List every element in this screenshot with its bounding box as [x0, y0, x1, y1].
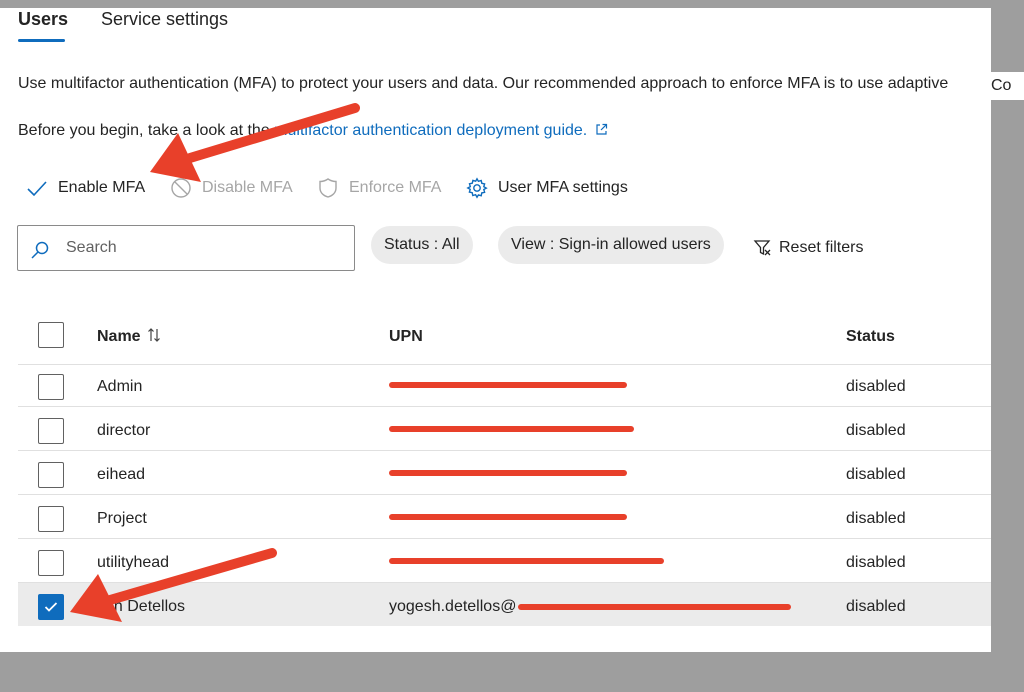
before-label: Before you begin, take a look at the: [18, 122, 275, 139]
checkmark-icon: [44, 602, 58, 612]
sort-icon[interactable]: [147, 327, 161, 351]
enable-mfa-button[interactable]: Enable MFA: [26, 176, 145, 200]
redaction-mark: [389, 470, 627, 476]
shield-icon: [319, 178, 337, 198]
tab-service-settings[interactable]: Service settings: [101, 8, 228, 30]
search-box[interactable]: [17, 225, 355, 271]
user-status: disabled: [846, 598, 906, 615]
redaction-mark: [389, 558, 664, 564]
enable-mfa-label: Enable MFA: [58, 179, 146, 196]
select-all-checkbox[interactable]: [38, 322, 64, 348]
redaction-mark: [518, 604, 791, 610]
tab-users[interactable]: Users: [18, 8, 68, 30]
row-checkbox-checked[interactable]: [38, 594, 64, 620]
user-name[interactable]: Project: [97, 507, 147, 531]
enforce-mfa-button[interactable]: Enforce MFA: [317, 176, 441, 200]
status-filter[interactable]: Status : All: [371, 226, 473, 264]
checkmark-icon: [27, 181, 47, 197]
user-mfa-settings-button[interactable]: User MFA settings: [466, 176, 628, 200]
disable-mfa-button[interactable]: Disable MFA: [170, 176, 293, 200]
view-filter[interactable]: View : Sign-in allowed users: [498, 226, 724, 264]
redaction-mark: [389, 426, 634, 432]
active-tab-indicator: [18, 39, 65, 42]
block-icon: [171, 178, 191, 198]
row-divider: [18, 538, 991, 539]
user-name[interactable]: esh Detellos: [97, 595, 185, 619]
user-status: disabled: [846, 422, 906, 439]
redaction-mark: [389, 382, 627, 388]
user-upn: yogesh.detellos@: [389, 598, 517, 615]
row-checkbox[interactable]: [38, 418, 64, 444]
user-name[interactable]: eihead: [97, 463, 145, 487]
external-link-icon[interactable]: [595, 120, 608, 144]
search-icon: [31, 241, 49, 259]
gear-icon: [466, 177, 488, 199]
deployment-guide-link[interactable]: multifactor authentication deployment gu…: [274, 122, 587, 139]
search-input[interactable]: [66, 236, 336, 260]
row-divider: [18, 406, 991, 407]
column-header-status[interactable]: Status: [846, 325, 895, 349]
user-status: disabled: [846, 466, 906, 483]
header-divider: [18, 364, 991, 365]
column-header-upn[interactable]: UPN: [389, 325, 423, 349]
user-name[interactable]: director: [97, 419, 150, 443]
row-checkbox[interactable]: [38, 506, 64, 532]
reset-filters-label: Reset filters: [779, 239, 864, 256]
user-status: disabled: [846, 510, 906, 527]
disable-mfa-label: Disable MFA: [202, 179, 293, 196]
redaction-mark: [389, 514, 627, 520]
row-checkbox[interactable]: [38, 550, 64, 576]
column-name-label: Name: [97, 328, 141, 345]
row-checkbox[interactable]: [38, 374, 64, 400]
user-mfa-settings-label: User MFA settings: [498, 179, 628, 196]
reset-filters-button[interactable]: Reset filters: [753, 237, 863, 259]
row-divider: [18, 582, 991, 583]
enforce-mfa-label: Enforce MFA: [349, 179, 442, 196]
overflow-text: Co: [991, 77, 1012, 94]
mfa-panel: Users Service settings Use multifactor a…: [0, 8, 991, 652]
user-name[interactable]: Admin: [97, 375, 142, 399]
user-name[interactable]: utilityhead: [97, 551, 169, 575]
intro-text: Use multifactor authentication (MFA) to …: [18, 75, 949, 92]
filter-reset-icon: [753, 240, 771, 256]
row-checkbox[interactable]: [38, 462, 64, 488]
before-you-begin-text: Before you begin, take a look at the mul…: [18, 119, 608, 144]
user-status: disabled: [846, 554, 906, 571]
row-divider: [18, 450, 991, 451]
overflow-text-strip: Co: [991, 72, 1024, 100]
user-status: disabled: [846, 378, 906, 395]
row-divider: [18, 494, 991, 495]
column-header-name[interactable]: Name: [97, 325, 161, 351]
